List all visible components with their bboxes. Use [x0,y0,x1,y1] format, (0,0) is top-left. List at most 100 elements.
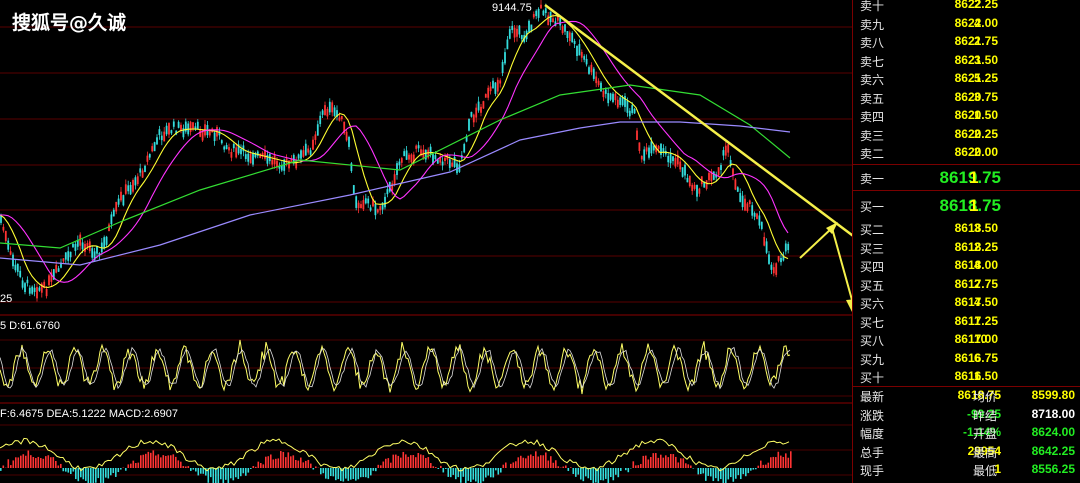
macd-bar [67,468,70,473]
macd-bar [130,463,132,468]
macd-bar [467,468,470,481]
buy-level-row[interactable]: 买九 8616.75 6 [853,351,1080,369]
macd-bar [0,468,2,471]
candle-body [28,287,31,294]
macd-bar [62,468,65,472]
candle-body [448,159,451,168]
sell-level-row[interactable]: 卖七 8621.50 3 [853,53,1080,71]
macd-bar [762,464,765,468]
macd-bar [150,452,152,468]
candle-body [55,264,58,273]
candle-body [619,97,622,105]
sell-level-row[interactable]: 卖二 8620.00 2 [853,145,1080,163]
macd-bar [32,457,35,468]
sell-level-row[interactable]: 卖三 8620.25 2 [853,127,1080,145]
trend-line [544,3,852,237]
buy-level-row[interactable]: 买五 8617.75 2 [853,277,1080,295]
candle-body [624,96,626,107]
candle-body [568,32,571,41]
kline-chart-area[interactable]: 搜狐号@久诚 9144.75 25 5 D:61.6760 F:6.4675 D… [0,0,852,483]
buy-level-row[interactable]: 买二 8618.50 3 [853,221,1080,239]
stat-label: 现手 [860,464,885,478]
candle-body [643,149,646,161]
best-bid-row[interactable]: 买一 8618.75 1 [853,196,1080,215]
macd-bar [465,468,467,483]
sell-level-row[interactable]: 卖十 8622.25 2 [853,0,1080,15]
macd-bar [385,458,387,468]
candle-body [307,148,310,153]
macd-bar [505,462,507,468]
candle-body [532,14,535,18]
macd-bar [315,466,317,468]
sell-level-row[interactable]: 卖六 8621.25 5 [853,71,1080,89]
order-book-panel: 卖十 8622.25 2 卖九 8622.00 4 卖八 8621.75 2 卖七 8621.50 3… [852,0,1080,483]
candle-body [304,143,307,156]
macd-bar [487,468,490,476]
level-label: 买三 [860,241,885,256]
macd-bar [145,453,147,468]
macd-bar [750,468,752,471]
macd-bar [782,456,785,468]
buy-level-row[interactable]: 买七 8617.25 1 [853,314,1080,332]
candle-body [232,144,235,149]
level-volume: 3 [974,221,981,235]
stat-row: 涨跌 -99.25 昨结 8718.00 [853,407,1080,425]
candle-body [69,251,72,258]
buy-level-row[interactable]: 买十 8616.50 1 [853,369,1080,387]
macd-bar [752,468,755,470]
sell-level-row[interactable]: 卖五 8620.75 3 [853,90,1080,108]
level-volume: 4 [974,295,981,309]
candle-body [595,76,598,84]
candle-body [127,185,130,192]
candle-body [475,107,478,118]
macd-bar [722,468,725,483]
macd-bar [615,468,617,475]
macd-bar [642,455,645,468]
macd-bar [235,468,237,478]
macd-bar [617,468,620,478]
macd-bar [305,460,307,468]
candle-body [148,154,151,158]
candle-body [199,129,202,137]
candle-body [103,237,106,248]
candle-body [355,196,358,208]
macd-bar [100,468,102,483]
macd-bar [672,454,675,468]
sell-level-row[interactable]: 卖四 8620.50 1 [853,108,1080,126]
macd-bar [680,458,682,468]
candle-body [180,124,182,131]
best-ask-row[interactable]: 卖一 8619.75 1 [853,168,1080,187]
macd-bar [70,468,72,475]
candle-body [129,184,132,195]
macd-bar [217,468,220,483]
candle-body [660,143,662,155]
low-price-label: 25 [0,293,13,305]
macd-bar [675,456,677,468]
level-label: 卖六 [860,73,885,87]
macd-bar [727,468,730,480]
macd-bar [320,468,322,475]
candle-body [571,32,574,43]
best-ask-label: 卖一 [860,172,885,186]
macd-bar [685,463,687,468]
macd-bar [397,455,400,468]
sell-level-row[interactable]: 卖九 8622.00 4 [853,16,1080,34]
candle-body [410,154,413,163]
candle-body [314,134,317,140]
macd-bar [405,454,407,468]
divider [853,386,1080,387]
stat-value: 8624.00 [1031,425,1075,439]
level-label: 卖十 [860,0,885,13]
level-price: 8620.25 [954,126,998,141]
candle-body [132,180,134,192]
buy-level-row[interactable]: 买六 8617.50 4 [853,295,1080,313]
macd-bar [102,468,105,483]
buy-level-row[interactable]: 买四 8618.00 4 [853,258,1080,276]
candle-body [720,165,722,171]
buy-level-row[interactable]: 买三 8618.25 2 [853,240,1080,258]
macd-bar [572,468,575,474]
buy-level-row[interactable]: 买八 8617.00 10 [853,332,1080,350]
macd-bar [690,465,692,468]
macd-bar [75,468,77,480]
sell-level-row[interactable]: 卖八 8621.75 2 [853,34,1080,52]
